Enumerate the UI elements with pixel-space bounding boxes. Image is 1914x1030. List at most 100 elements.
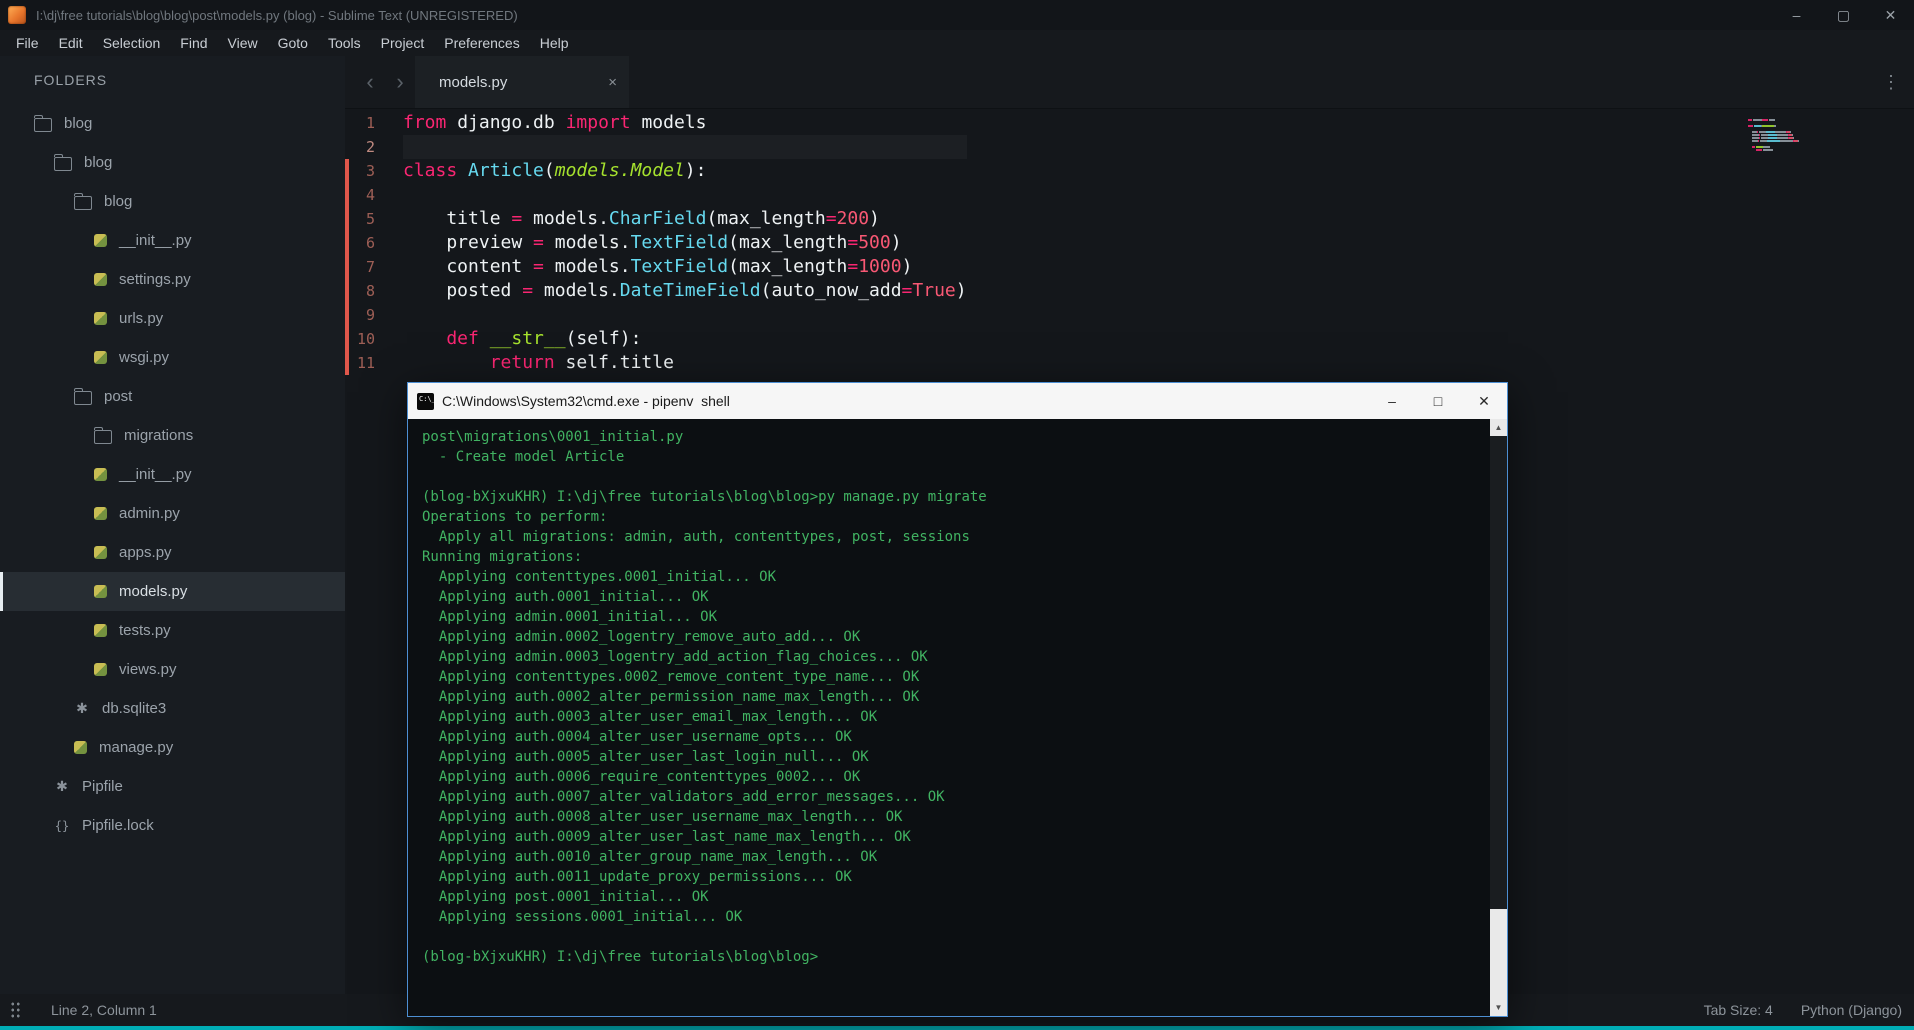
cmd-body[interactable]: post\migrations\0001_initial.py - Create… xyxy=(408,419,1507,1016)
tree-item-migrations[interactable]: migrations xyxy=(0,416,345,455)
tree-item-label: blog xyxy=(84,154,112,171)
nav-back-icon[interactable]: ‹ xyxy=(355,56,385,108)
code-line-10[interactable]: def __str__(self): xyxy=(403,327,967,351)
python-file-icon xyxy=(94,663,107,676)
terminal-line: Applying post.0001_initial... OK xyxy=(422,887,1483,907)
tree-item-post[interactable]: post xyxy=(0,377,345,416)
terminal-line: Applying contenttypes.0002_remove_conten… xyxy=(422,667,1483,687)
status-dots-icon[interactable] xyxy=(10,1001,21,1019)
tree-item-label: Pipfile xyxy=(82,778,123,795)
nav-forward-icon[interactable]: › xyxy=(385,56,415,108)
menu-file[interactable]: File xyxy=(6,30,49,56)
tree-item-apps-py[interactable]: apps.py xyxy=(0,533,345,572)
cmd-maximize-button[interactable]: □ xyxy=(1415,383,1461,419)
tab-bar: ‹ › models.py × ⋮ xyxy=(345,56,1914,109)
terminal-line: Applying auth.0007_alter_validators_add_… xyxy=(422,787,1483,807)
tree-item-label: __init__.py xyxy=(119,466,192,483)
cmd-close-button[interactable]: ✕ xyxy=(1461,383,1507,419)
tree-item-pipfile[interactable]: ✱ Pipfile xyxy=(0,767,345,806)
tree-item-pipfile-lock[interactable]: {}Pipfile.lock xyxy=(0,806,345,845)
python-file-icon xyxy=(94,624,107,637)
code-line-9[interactable] xyxy=(403,303,967,327)
terminal-line: Applying admin.0002_logentry_remove_auto… xyxy=(422,627,1483,647)
cmd-minimize-button[interactable]: – xyxy=(1369,383,1415,419)
terminal-line: Applying auth.0001_initial... OK xyxy=(422,587,1483,607)
tree-item-models-py[interactable]: models.py xyxy=(0,572,345,611)
tree-item-db-sqlite3[interactable]: ✱db.sqlite3 xyxy=(0,689,345,728)
code-line-1[interactable]: from django.db import models xyxy=(403,111,967,135)
tree-item-label: settings.py xyxy=(119,271,191,288)
cmd-title-bar[interactable]: C:\_ C:\Windows\System32\cmd.exe - pipen… xyxy=(408,383,1507,419)
terminal-line: - Create model Article xyxy=(422,447,1483,467)
taskbar-edge-strip xyxy=(0,1026,1914,1030)
code-line-3[interactable]: class Article(models.Model): xyxy=(403,159,967,183)
minimap[interactable] xyxy=(1748,119,1818,152)
menu-project[interactable]: Project xyxy=(371,30,435,56)
code-line-5[interactable]: title = models.CharField(max_length=200) xyxy=(403,207,967,231)
menu-goto[interactable]: Goto xyxy=(268,30,318,56)
menu-tools[interactable]: Tools xyxy=(318,30,371,56)
menu-edit[interactable]: Edit xyxy=(49,30,93,56)
scroll-up-icon[interactable]: ▲ xyxy=(1490,419,1507,436)
line-number: 8 xyxy=(345,279,375,303)
scroll-down-icon[interactable]: ▼ xyxy=(1490,999,1507,1016)
code-line-4[interactable] xyxy=(403,183,967,207)
python-file-icon xyxy=(74,741,87,754)
terminal-output: post\migrations\0001_initial.py - Create… xyxy=(408,419,1507,967)
tree-item--init-py[interactable]: __init__.py xyxy=(0,221,345,260)
tree-item-label: views.py xyxy=(119,661,177,678)
tree-item-blog[interactable]: blog xyxy=(0,182,345,221)
tab-size-indicator[interactable]: Tab Size: 4 xyxy=(1704,1002,1773,1018)
tree-item-label: apps.py xyxy=(119,544,172,561)
terminal-line: Applying sessions.0001_initial... OK xyxy=(422,907,1483,927)
tab-close-icon[interactable]: × xyxy=(608,74,617,91)
maximize-button[interactable]: ▢ xyxy=(1820,0,1867,30)
folder-tree: blogblogblog__init__.pysettings.pyurls.p… xyxy=(0,104,345,845)
cmd-window[interactable]: C:\_ C:\Windows\System32\cmd.exe - pipen… xyxy=(407,382,1508,1017)
tab-overflow-icon[interactable]: ⋮ xyxy=(1882,72,1900,93)
tree-item-admin-py[interactable]: admin.py xyxy=(0,494,345,533)
tree-item--init-py[interactable]: __init__.py xyxy=(0,455,345,494)
tree-item-wsgi-py[interactable]: wsgi.py xyxy=(0,338,345,377)
menu-help[interactable]: Help xyxy=(530,30,579,56)
terminal-line: (blog-bXjxuKHR) I:\dj\free tutorials\blo… xyxy=(422,947,1483,967)
tree-item-blog[interactable]: blog xyxy=(0,104,345,143)
tab-label: models.py xyxy=(439,74,608,91)
code-line-2[interactable] xyxy=(403,135,967,159)
title-bar: I:\dj\free tutorials\blog\blog\post\mode… xyxy=(0,0,1914,30)
menu-find[interactable]: Find xyxy=(170,30,217,56)
minimize-button[interactable]: – xyxy=(1773,0,1820,30)
menu-preferences[interactable]: Preferences xyxy=(434,30,529,56)
asterisk-icon: ✱ xyxy=(54,778,70,795)
tree-item-views-py[interactable]: views.py xyxy=(0,650,345,689)
tree-item-blog[interactable]: blog xyxy=(0,143,345,182)
line-number: 5 xyxy=(345,207,375,231)
folder-icon xyxy=(34,118,52,132)
window-controls: – ▢ ✕ xyxy=(1773,0,1914,30)
close-button[interactable]: ✕ xyxy=(1867,0,1914,30)
code-line-11[interactable]: return self.title xyxy=(403,351,967,375)
tree-item-label: migrations xyxy=(124,427,193,444)
tree-item-manage-py[interactable]: manage.py xyxy=(0,728,345,767)
line-number: 1 xyxy=(345,111,375,135)
tab-models-py[interactable]: models.py × xyxy=(415,56,629,108)
menu-selection[interactable]: Selection xyxy=(93,30,171,56)
code-line-6[interactable]: preview = models.TextField(max_length=50… xyxy=(403,231,967,255)
scrollbar-thumb[interactable] xyxy=(1490,909,1507,999)
status-right: Tab Size: 4 Python (Django) xyxy=(1704,1002,1902,1018)
tree-item-settings-py[interactable]: settings.py xyxy=(0,260,345,299)
terminal-line: Applying auth.0003_alter_user_email_max_… xyxy=(422,707,1483,727)
syntax-indicator[interactable]: Python (Django) xyxy=(1801,1002,1902,1018)
tree-item-label: db.sqlite3 xyxy=(102,700,166,717)
tree-item-label: models.py xyxy=(119,583,187,600)
terminal-line: Apply all migrations: admin, auth, conte… xyxy=(422,527,1483,547)
menu-view[interactable]: View xyxy=(218,30,268,56)
tree-item-tests-py[interactable]: tests.py xyxy=(0,611,345,650)
tree-item-urls-py[interactable]: urls.py xyxy=(0,299,345,338)
code-line-8[interactable]: posted = models.DateTimeField(auto_now_a… xyxy=(403,279,967,303)
terminal-line: Applying auth.0002_alter_permission_name… xyxy=(422,687,1483,707)
terminal-line: Applying admin.0001_initial... OK xyxy=(422,607,1483,627)
cmd-scrollbar[interactable]: ▲ ▼ xyxy=(1490,419,1507,1016)
code-line-7[interactable]: content = models.TextField(max_length=10… xyxy=(403,255,967,279)
python-file-icon xyxy=(94,468,107,481)
